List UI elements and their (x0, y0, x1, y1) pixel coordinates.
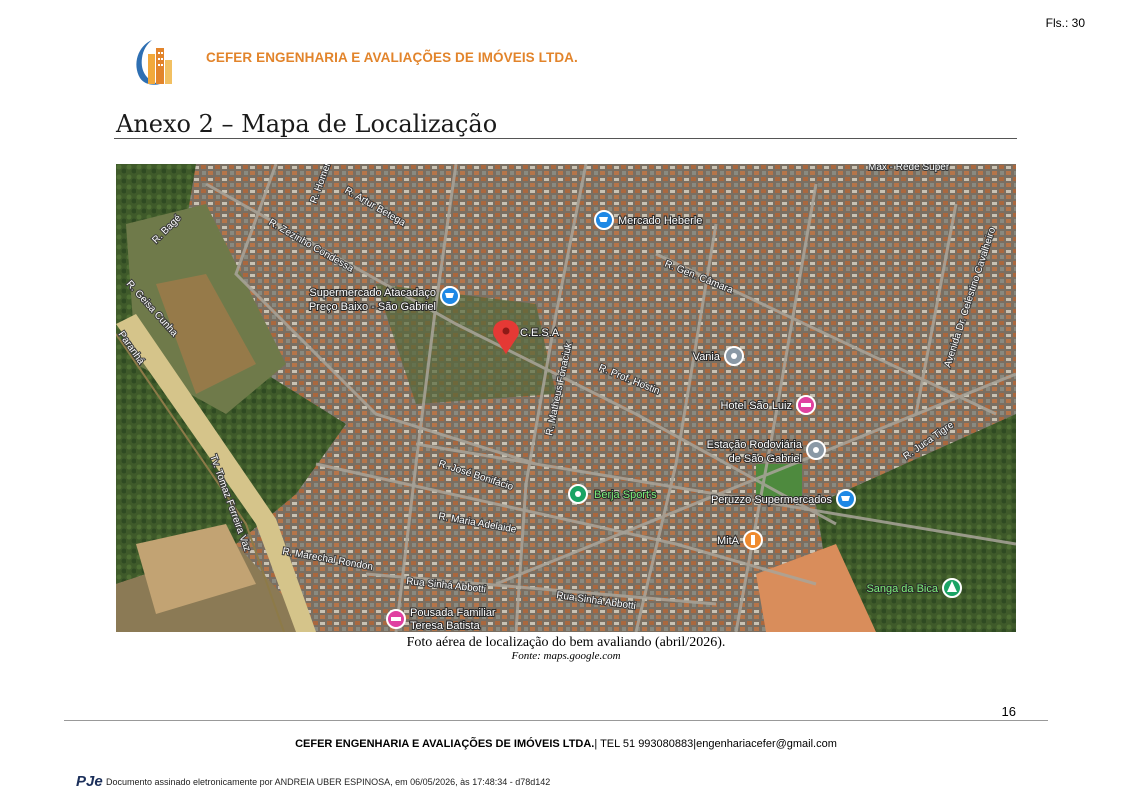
svg-text:C.E.S.A: C.E.S.A (520, 327, 560, 339)
company-name: CEFER ENGENHARIA E AVALIAÇÕES DE IMÓVEIS… (206, 50, 578, 65)
svg-text:Sanga da Bica: Sanga da Bica (866, 583, 938, 595)
cart-icon (599, 217, 608, 222)
figure-caption: Foto aérea de localização do bem avalian… (406, 635, 726, 650)
figure-source: Fonte: maps.google.com (511, 650, 621, 662)
company-logo-icon (136, 40, 172, 85)
svg-text:Pousada Familiar: Pousada Familiar (410, 607, 496, 619)
restaurant-icon (751, 535, 755, 545)
place-icon (813, 447, 819, 453)
pje-logo-icon: PJe (76, 773, 103, 790)
svg-text:Berja Sport's: Berja Sport's (594, 489, 657, 501)
page-reference: Fls.: 30 (1045, 16, 1085, 30)
svg-text:MitA: MitA (717, 535, 740, 547)
bed-icon (801, 403, 811, 407)
svg-text:Estação Rodoviária: Estação Rodoviária (707, 439, 803, 451)
cart-icon (445, 293, 454, 298)
svg-text:Mercado Heberle: Mercado Heberle (618, 215, 702, 227)
svg-text:Preço Baixo - São Gabriel: Preço Baixo - São Gabriel (309, 301, 436, 313)
page-title: Anexo 2 – Mapa de Localização (116, 110, 498, 138)
footer-divider (64, 720, 1048, 721)
footer-company: CEFER ENGENHARIA E AVALIAÇÕES DE IMÓVEIS… (295, 738, 595, 750)
page-number: 16 (1001, 704, 1016, 719)
satellite-map: R. Bagé R. Homero R. Artur Betega R. Zez… (116, 164, 1016, 632)
cart-icon (841, 496, 850, 501)
svg-text:Vania: Vania (693, 351, 721, 363)
place-icon (731, 353, 737, 359)
sports-icon (575, 491, 581, 497)
svg-text:Peruzzo Supermercados: Peruzzo Supermercados (711, 494, 833, 506)
signature-note: Documento assinado eletronicamente por A… (106, 777, 551, 787)
svg-text:Supermercado Atacadaço: Supermercado Atacadaço (309, 287, 436, 299)
street-label: Max - Rede Super (868, 164, 950, 173)
footer-contact: | TEL 51 993080883|engenhariacefer@gmail… (594, 738, 837, 750)
bed-icon (391, 617, 401, 621)
svg-text:Hotel São Luiz: Hotel São Luiz (720, 400, 792, 412)
svg-text:Teresa Batista: Teresa Batista (410, 620, 481, 632)
title-divider (114, 138, 1017, 139)
svg-text:de São Gabriel: de São Gabriel (729, 453, 802, 465)
footer: CEFER ENGENHARIA E AVALIAÇÕES DE IMÓVEIS… (0, 738, 1132, 750)
